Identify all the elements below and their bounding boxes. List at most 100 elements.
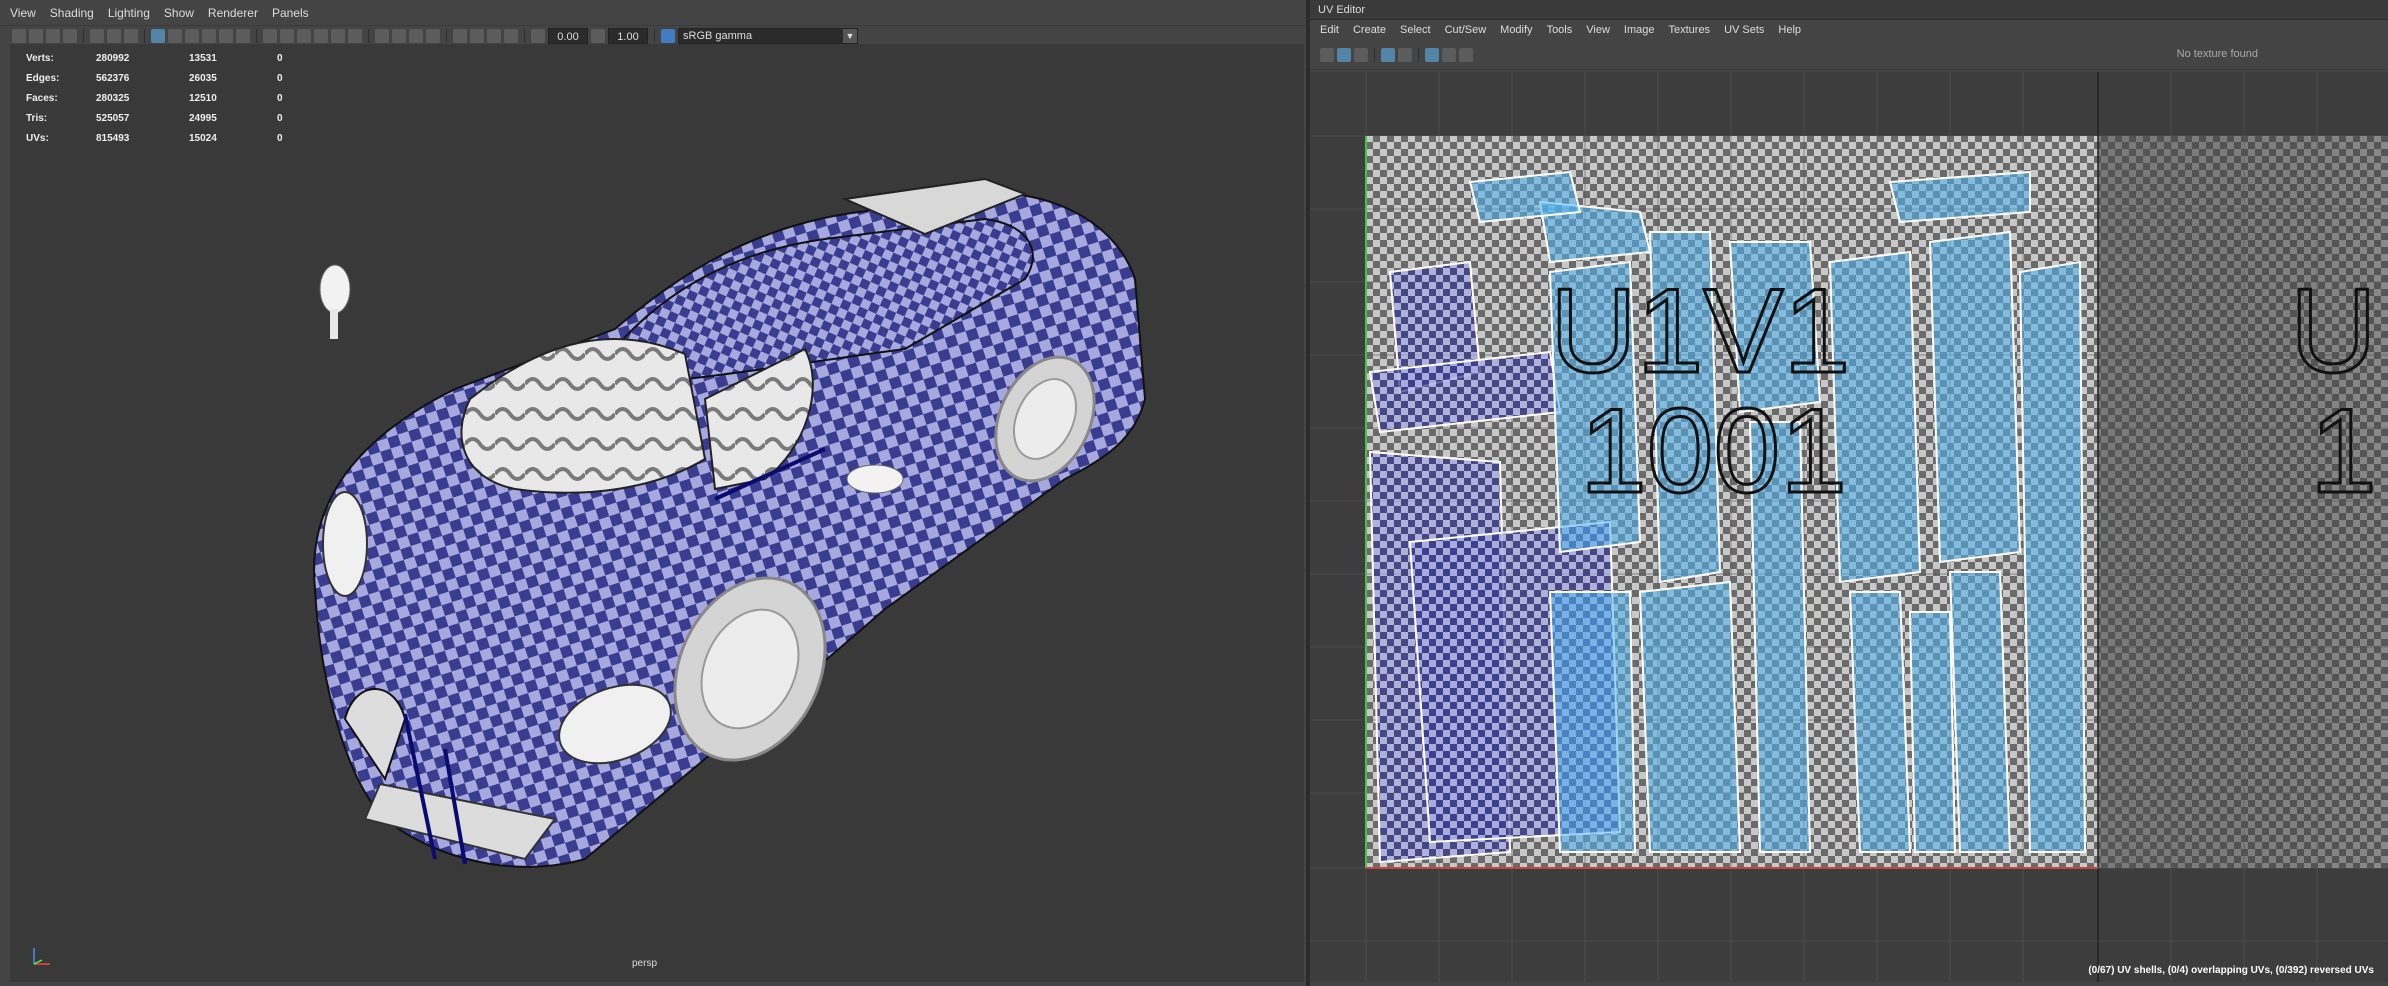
hud-row: Verts: 280992 13531 0	[26, 48, 307, 68]
resolution-gate-icon[interactable]	[168, 29, 182, 43]
shadows-icon[interactable]	[348, 29, 362, 43]
texture-borders-icon[interactable]	[1381, 47, 1395, 62]
uv-menu-uv-sets[interactable]: UV Sets	[1724, 24, 1764, 36]
color-space-dropdown[interactable]: sRGB gamma ▼	[678, 28, 858, 44]
hud-v2: 15024	[189, 132, 217, 144]
image-plane-icon[interactable]	[63, 29, 77, 43]
next-tile-label-top: U	[2290, 264, 2377, 398]
isolate-select-icon[interactable]	[453, 29, 467, 43]
menu-view[interactable]: View	[10, 6, 36, 20]
hud-v3: 0	[277, 92, 283, 104]
uv-editor-toolbar: No texture found	[1310, 40, 2388, 70]
uv-menu-select[interactable]: Select	[1400, 24, 1431, 36]
uv-menu-help[interactable]: Help	[1778, 24, 1801, 36]
next-tile-label-bottom: 1	[2310, 384, 2377, 518]
exposure-icon[interactable]	[531, 29, 545, 43]
film-gate-icon[interactable]	[151, 29, 165, 43]
hud-v2: 26035	[189, 72, 217, 84]
hud-v1: 280992	[96, 52, 130, 64]
viewport-toolbar: 0.00 1.00 sRGB gamma ▼	[0, 26, 1306, 46]
color-management-icon[interactable]	[661, 29, 675, 43]
camera-label: persp	[632, 958, 658, 969]
textured-icon[interactable]	[314, 29, 328, 43]
bookmarks-icon[interactable]	[46, 29, 60, 43]
select-camera-icon[interactable]	[12, 29, 26, 43]
xray-joints-icon[interactable]	[487, 29, 501, 43]
uv-menu-create[interactable]: Create	[1353, 24, 1386, 36]
xray-active-icon[interactable]	[504, 29, 518, 43]
uv-shell-icon[interactable]	[1398, 47, 1412, 62]
uv-editor-menubar: Edit Create Select Cut/Sew Modify Tools …	[1310, 20, 2388, 40]
hud-label: Edges:	[26, 72, 60, 84]
distortion-icon[interactable]	[1354, 47, 1368, 62]
shaded-uv-icon[interactable]	[1337, 47, 1351, 62]
hud-v2: 12510	[189, 92, 217, 104]
uv-menu-cut-sew[interactable]: Cut/Sew	[1445, 24, 1487, 36]
wireframe-icon[interactable]	[263, 29, 277, 43]
uv-editor-panel: UV Editor Edit Create Select Cut/Sew Mod…	[1310, 0, 2388, 986]
hud-v2: 24995	[189, 112, 217, 124]
smooth-shade-icon[interactable]	[280, 29, 294, 43]
use-all-lights-icon[interactable]	[331, 29, 345, 43]
viewport-menubar: View Shading Lighting Show Renderer Pane…	[0, 0, 1306, 26]
grease-pencil-icon[interactable]	[90, 29, 104, 43]
safe-action-icon[interactable]	[219, 29, 233, 43]
menu-panels[interactable]: Panels	[272, 6, 309, 20]
uv-menu-textures[interactable]: Textures	[1668, 24, 1710, 36]
menu-lighting[interactable]: Lighting	[108, 6, 150, 20]
menu-shading[interactable]: Shading	[50, 6, 94, 20]
hud-v1: 525057	[96, 112, 130, 124]
field-chart-icon[interactable]	[202, 29, 216, 43]
gamma-field[interactable]: 1.00	[608, 28, 648, 44]
2d-pan-icon[interactable]	[107, 29, 121, 43]
wireframe-on-shaded-icon[interactable]	[297, 29, 311, 43]
texture-status: No texture found	[2176, 48, 2258, 60]
hud-row: Tris: 525057 24995 0	[26, 108, 307, 128]
hud-v2: 13531	[189, 52, 217, 64]
camera-attributes-icon[interactable]	[29, 29, 43, 43]
exposure-field[interactable]: 0.00	[548, 28, 588, 44]
hud-v1: 815493	[96, 132, 130, 144]
motion-blur-icon[interactable]	[392, 29, 406, 43]
hud-label: Verts:	[26, 52, 54, 64]
uv-editor-title: UV Editor	[1318, 3, 1366, 16]
ambient-occlusion-icon[interactable]	[375, 29, 389, 43]
hud-label: UVs:	[26, 132, 49, 144]
hud-row: UVs: 815493 15024 0	[26, 128, 307, 148]
gate-mask-icon[interactable]	[185, 29, 199, 43]
car-model[interactable]	[285, 159, 1165, 899]
viewport-panel: View Shading Lighting Show Renderer Pane…	[0, 0, 1306, 986]
tile-label-bottom: 1001	[1580, 384, 1847, 518]
axis-gizmo	[28, 940, 58, 973]
uv-canvas[interactable]: U1V1 1001 U 1 (0/67) UV shells, (0/4) ov…	[1310, 72, 2388, 982]
anti-aliasing-icon[interactable]	[409, 29, 423, 43]
hud-v1: 280325	[96, 92, 130, 104]
uv-menu-tools[interactable]: Tools	[1547, 24, 1573, 36]
gamma-icon[interactable]	[591, 29, 605, 43]
uv-editor-titlebar: UV Editor	[1310, 0, 2388, 20]
menu-show[interactable]: Show	[164, 6, 194, 20]
poly-count-hud: Verts: 280992 13531 0 Edges: 562376 26035 0 Face…	[26, 48, 307, 148]
snapshot-icon[interactable]	[1459, 47, 1473, 62]
3d-viewport[interactable]: Verts: 280992 13531 0 Edges: 562376 26035 0 Face…	[10, 44, 1304, 982]
uv-menu-edit[interactable]: Edit	[1320, 24, 1339, 36]
uv-status-text: (0/67) UV shells, (0/4) overlapping UVs,…	[2088, 965, 2374, 976]
grid-icon[interactable]	[124, 29, 138, 43]
hud-label: Tris:	[26, 112, 48, 124]
depth-of-field-icon[interactable]	[426, 29, 440, 43]
hud-row: Faces: 280325 12510 0	[26, 88, 307, 108]
dim-image-icon[interactable]	[1442, 47, 1456, 62]
hud-v1: 562376	[96, 72, 130, 84]
menu-renderer[interactable]: Renderer	[208, 6, 258, 20]
hud-label: Faces:	[26, 92, 58, 104]
safe-title-icon[interactable]	[236, 29, 250, 43]
uv-menu-modify[interactable]: Modify	[1500, 24, 1532, 36]
uv-menu-image[interactable]: Image	[1624, 24, 1655, 36]
uv-menu-view[interactable]: View	[1586, 24, 1610, 36]
checker-tile-icon[interactable]	[1425, 47, 1439, 62]
color-space-value: sRGB gamma	[683, 30, 753, 42]
xray-icon[interactable]	[470, 29, 484, 43]
hud-v3: 0	[277, 112, 283, 124]
grid-toggle-icon[interactable]	[1320, 47, 1334, 62]
chevron-down-icon: ▼	[843, 29, 857, 43]
